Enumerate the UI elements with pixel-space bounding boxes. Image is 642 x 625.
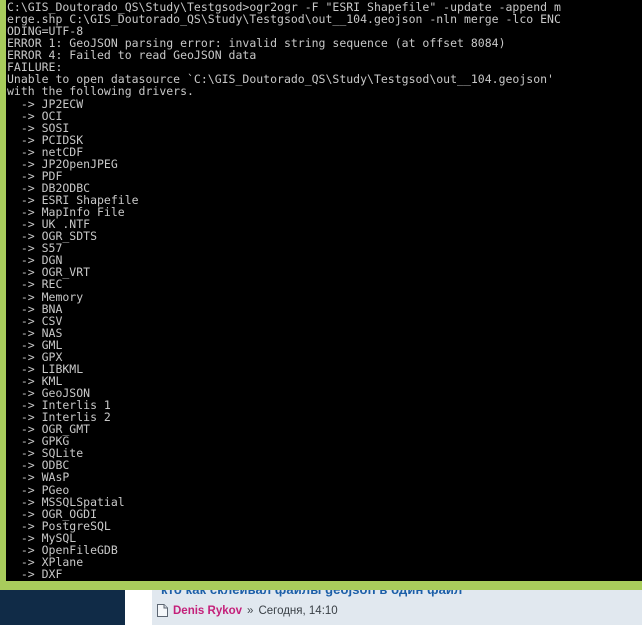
page-white-gutter (125, 590, 152, 625)
post-author-link[interactable]: Denis Rykov (173, 605, 242, 617)
console-output-area[interactable]: C:\GIS_Doutorado_QS\Study\Testgsod>ogr2o… (6, 0, 642, 581)
post-timestamp: Сегодня, 14:10 (258, 604, 338, 617)
console-bottom-chrome (0, 581, 642, 590)
page-left-sidebar (0, 590, 125, 625)
post-meta-row: Denis Rykov » Сегодня, 14:10 (157, 604, 338, 617)
document-icon (157, 604, 168, 617)
console-text: C:\GIS_Doutorado_QS\Study\Testgsod>ogr2o… (7, 0, 561, 581)
screen-root: кто как склеивал файлы geojson в один фа… (0, 0, 642, 625)
post-meta-separator: » (247, 604, 254, 617)
command-prompt-window[interactable]: C:\GIS_Doutorado_QS\Study\Testgsod>ogr2o… (0, 0, 642, 590)
